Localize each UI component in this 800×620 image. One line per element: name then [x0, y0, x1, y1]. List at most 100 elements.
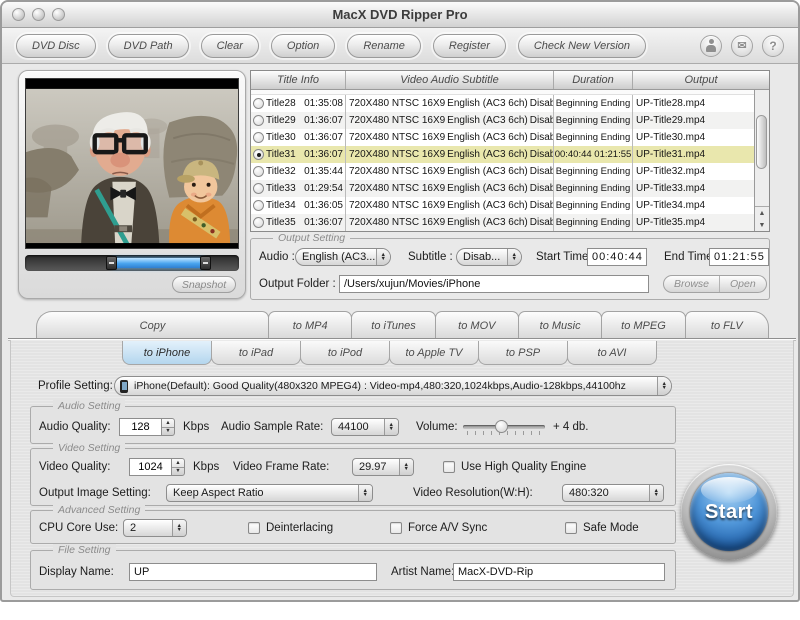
- scrollbar-thumb[interactable]: [756, 115, 767, 169]
- row-output-file: UP-Title32.mp4: [633, 163, 754, 180]
- table-header: Title Info Video Audio Subtitle Duration…: [251, 71, 769, 90]
- column-header-duration[interactable]: Duration: [554, 71, 633, 89]
- trim-slider[interactable]: [25, 255, 239, 271]
- row-radio[interactable]: [253, 149, 264, 160]
- tab-to-music[interactable]: to Music: [518, 311, 602, 339]
- start-time-input[interactable]: [587, 248, 647, 266]
- row-video-format: 720X480 NTSC 16X9: [349, 98, 445, 109]
- tab-copy[interactable]: Copy: [36, 311, 269, 339]
- tab-to-psp[interactable]: to PSP: [478, 341, 568, 365]
- user-account-button[interactable]: [700, 35, 722, 57]
- help-button[interactable]: ?: [762, 35, 784, 57]
- table-row[interactable]: Title32 01:35:44 720X480 NTSC 16X9 Engli…: [251, 163, 754, 180]
- column-header-output[interactable]: Output: [633, 71, 769, 89]
- deinterlacing-checkbox[interactable]: [248, 522, 260, 534]
- row-duration: Beginning Ending: [554, 163, 633, 180]
- popup-arrows-icon: ▲▼: [399, 459, 413, 475]
- row-radio[interactable]: [253, 217, 264, 228]
- row-radio[interactable]: [253, 98, 264, 109]
- tab-to-itunes[interactable]: to iTunes: [351, 311, 435, 339]
- tab-to-ipod[interactable]: to iPod: [300, 341, 390, 365]
- sample-rate-select[interactable]: 44100 ▲▼: [331, 418, 399, 436]
- window-title: MacX DVD Ripper Pro: [2, 7, 798, 22]
- row-radio[interactable]: [253, 115, 264, 126]
- end-time-input[interactable]: [709, 248, 769, 266]
- column-header-video-audio-subtitle[interactable]: Video Audio Subtitle: [346, 71, 554, 89]
- force-av-sync-checkbox[interactable]: [390, 522, 402, 534]
- row-radio[interactable]: [253, 166, 264, 177]
- scroll-up-arrow[interactable]: ▲: [755, 207, 769, 219]
- resolution-select[interactable]: 480:320 ▲▼: [562, 484, 664, 502]
- output-folder-input[interactable]: [339, 275, 649, 293]
- row-radio[interactable]: [253, 132, 264, 143]
- toolbar-button-dvd-path[interactable]: DVD Path: [108, 34, 189, 58]
- toolbar-button-register[interactable]: Register: [433, 34, 506, 58]
- profile-setting-select[interactable]: iPhone(Default): Good Quality(480x320 MP…: [114, 376, 672, 396]
- trim-end-handle[interactable]: [200, 256, 211, 270]
- scroll-down-arrow[interactable]: ▼: [755, 219, 769, 231]
- table-row[interactable]: Title28 01:35:08 720X480 NTSC 16X9 Engli…: [251, 95, 754, 112]
- video-quality-input[interactable]: [129, 458, 171, 476]
- hq-engine-label: Use High Quality Engine: [461, 461, 586, 473]
- cpu-core-select[interactable]: 2 ▲▼: [123, 519, 187, 537]
- row-subtitle: Disabled: [530, 98, 554, 109]
- advanced-setting-label: Advanced Setting: [53, 504, 145, 516]
- artist-name-input[interactable]: [453, 563, 665, 581]
- row-radio[interactable]: [253, 200, 264, 211]
- open-button[interactable]: Open: [720, 276, 766, 292]
- toolbar-button-option[interactable]: Option: [271, 34, 335, 58]
- audio-select[interactable]: English (AC3... ▲▼: [295, 248, 391, 266]
- frame-rate-select[interactable]: 29.97 ▲▼: [352, 458, 414, 476]
- tab-to-iphone[interactable]: to iPhone: [122, 341, 212, 365]
- row-subtitle: Disabled: [530, 200, 554, 211]
- audio-quality-input[interactable]: [119, 418, 161, 436]
- row-audio-format: English (AC3 6ch): [447, 217, 528, 228]
- toolbar-button-clear[interactable]: Clear: [201, 34, 259, 58]
- tab-to-mp4[interactable]: to MP4: [268, 311, 352, 339]
- tab-to-apple-tv[interactable]: to Apple TV: [389, 341, 479, 365]
- tab-to-flv[interactable]: to FLV: [685, 311, 769, 339]
- tab-to-avi[interactable]: to AVI: [567, 341, 657, 365]
- audio-setting-group: Audio Setting Audio Quality: ▲▼ Kbps Aud…: [30, 406, 676, 444]
- table-row[interactable]: Title29 01:36:07 720X480 NTSC 16X9 Engli…: [251, 112, 754, 129]
- stepper-arrows-icon[interactable]: ▲▼: [171, 458, 185, 476]
- column-header-title-info[interactable]: Title Info: [251, 71, 346, 89]
- popup-arrows-icon: ▲▼: [376, 249, 390, 265]
- contact-mail-button[interactable]: ✉: [731, 35, 753, 57]
- table-row[interactable]: Title33 01:29:54 720X480 NTSC 16X9 Engli…: [251, 180, 754, 197]
- hq-engine-checkbox[interactable]: [443, 461, 455, 473]
- safe-mode-checkbox[interactable]: [565, 522, 577, 534]
- tab-to-ipad[interactable]: to iPad: [211, 341, 301, 365]
- title-table-body: Title28 01:35:08 720X480 NTSC 16X9 Engli…: [251, 90, 754, 231]
- popup-arrows-icon: ▲▼: [358, 485, 372, 501]
- volume-slider[interactable]: [463, 418, 545, 436]
- trim-selected-range: [111, 258, 205, 268]
- row-length: 01:35:08: [304, 98, 345, 109]
- row-audio-format: English (AC3 6ch): [447, 115, 528, 126]
- snapshot-button[interactable]: Snapshot: [172, 276, 236, 293]
- row-subtitle: Disabled: [530, 217, 554, 228]
- image-setting-select[interactable]: Keep Aspect Ratio ▲▼: [166, 484, 373, 502]
- toolbar-button-check-new-version[interactable]: Check New Version: [518, 34, 646, 58]
- row-radio[interactable]: [253, 183, 264, 194]
- tab-to-mpeg[interactable]: to MPEG: [601, 311, 685, 339]
- row-video-format: 720X480 NTSC 16X9: [349, 115, 445, 126]
- tab-to-mov[interactable]: to MOV: [435, 311, 519, 339]
- volume-slider-thumb[interactable]: [495, 420, 508, 433]
- subtitle-select[interactable]: Disab... ▲▼: [456, 248, 522, 266]
- trim-start-handle[interactable]: [106, 256, 117, 270]
- row-subtitle: Disabled: [530, 149, 554, 160]
- table-row[interactable]: Title31 01:36:07 720X480 NTSC 16X9 Engli…: [251, 146, 754, 163]
- toolbar-button-rename[interactable]: Rename: [347, 34, 421, 58]
- table-row[interactable]: Title30 01:36:07 720X480 NTSC 16X9 Engli…: [251, 129, 754, 146]
- toolbar-button-dvd-disc[interactable]: DVD Disc: [16, 34, 96, 58]
- table-row[interactable]: Title35 01:36:07 720X480 NTSC 16X9 Engli…: [251, 214, 754, 231]
- table-scrollbar[interactable]: ▲ ▼: [754, 90, 769, 231]
- row-duration: Beginning Ending: [554, 95, 633, 112]
- table-row[interactable]: Title34 01:36:05 720X480 NTSC 16X9 Engli…: [251, 197, 754, 214]
- start-button[interactable]: Start: [681, 464, 777, 560]
- display-name-input[interactable]: [129, 563, 377, 581]
- stepper-arrows-icon[interactable]: ▲▼: [161, 418, 175, 436]
- row-length: 01:36:07: [304, 115, 345, 126]
- browse-button[interactable]: Browse: [664, 276, 720, 292]
